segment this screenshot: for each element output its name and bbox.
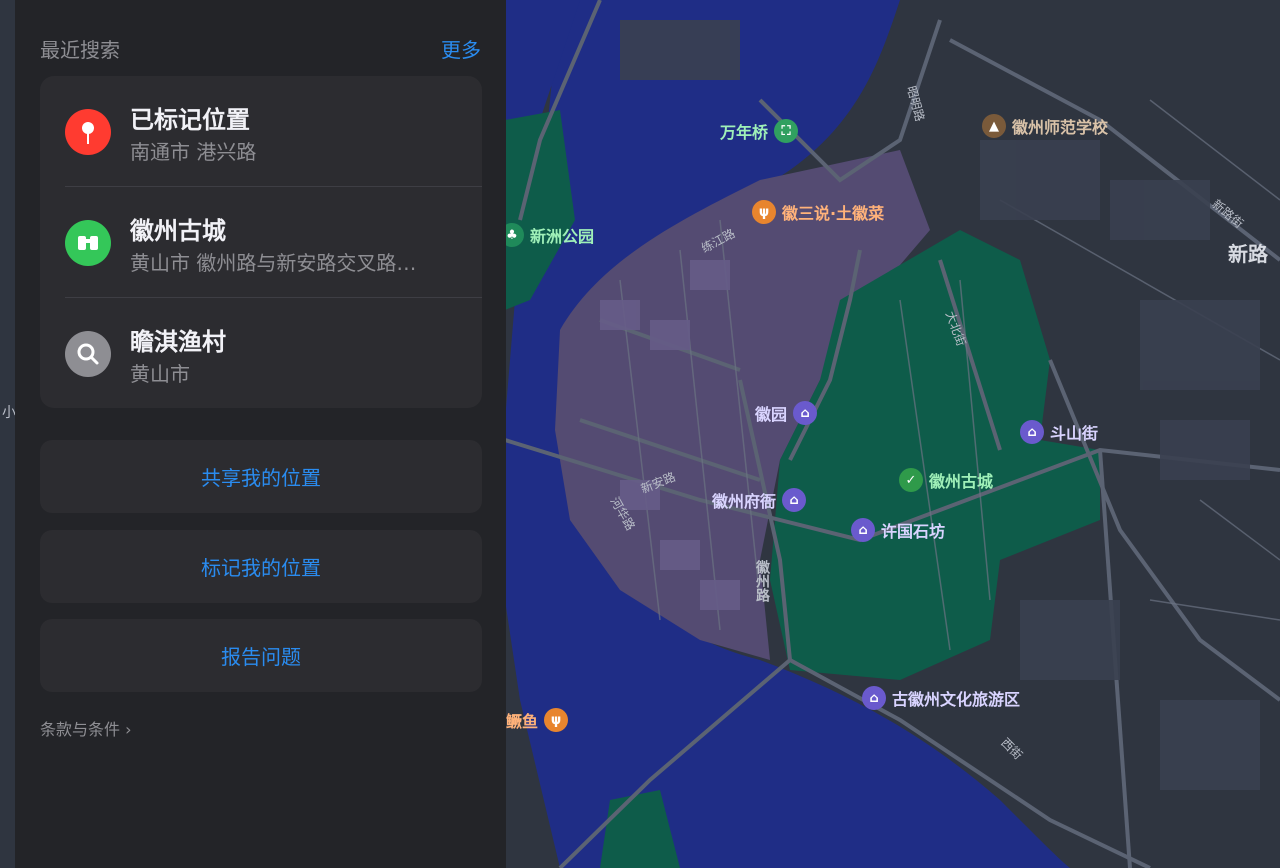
- poi-tourism[interactable]: ⌂ 古徽州文化旅游区: [862, 686, 1020, 710]
- poi-label: 徽三说·土徽菜: [782, 204, 885, 223]
- recent-searches-list: 已标记位置 南通市 港兴路 徽州古城 黄山市 徽州路与新安路交叉路… 瞻淇渔村 …: [40, 76, 482, 408]
- poi-doushan[interactable]: ⌂ 斗山街: [1020, 420, 1098, 444]
- map-pin-icon: [65, 109, 111, 155]
- recent-item-zhanqi-yucun[interactable]: 瞻淇渔村 黄山市: [40, 298, 482, 409]
- search-icon: [65, 331, 111, 377]
- graduation-cap-icon: ▲: [982, 114, 1006, 138]
- landmark-icon: ⌂: [851, 518, 875, 542]
- binoculars-icon: [65, 220, 111, 266]
- fork-knife-icon: ψ: [544, 708, 569, 732]
- poi-guiyu[interactable]: 鳜鱼 ψ: [506, 708, 569, 732]
- recent-item-title: 已标记位置: [130, 106, 250, 134]
- road-xiao: 小: [2, 405, 16, 421]
- recent-item-huizhou-gucheng[interactable]: 徽州古城 黄山市 徽州路与新安路交叉路…: [40, 187, 482, 298]
- recent-item-marked-location[interactable]: 已标记位置 南通市 港兴路: [40, 76, 482, 187]
- recent-item-subtitle: 黄山市: [130, 362, 190, 386]
- binoculars-icon: ⛶: [774, 119, 799, 143]
- recent-item-subtitle: 南通市 港兴路: [130, 140, 257, 164]
- binoculars-check-icon: ✓: [899, 468, 923, 492]
- road-huizhou: 徽州路: [754, 560, 770, 602]
- poi-normal-school[interactable]: ▲ 徽州师范学校: [982, 114, 1108, 138]
- poi-label: 新洲公园: [530, 227, 595, 246]
- report-issue-button[interactable]: 报告问题: [40, 619, 482, 692]
- recent-item-title: 徽州古城: [130, 217, 226, 245]
- share-my-location-button[interactable]: 共享我的位置: [40, 440, 482, 513]
- poi-label: 徽园: [755, 405, 788, 424]
- sidebar-panel: 最近搜索 更多 已标记位置 南通市 港兴路 徽州古城 黄山市 徽州路与新安路交叉…: [15, 0, 506, 868]
- area-xinlu: 新路: [1228, 242, 1268, 266]
- poi-fuya[interactable]: 徽州府衙 ⌂: [712, 488, 807, 512]
- poi-gucheng[interactable]: ✓ 徽州古城: [899, 468, 993, 492]
- poi-label: 斗山街: [1050, 424, 1099, 443]
- poi-label: 古徽州文化旅游区: [892, 690, 1021, 709]
- poi-label: 徽州府衙: [712, 492, 777, 511]
- poi-wannianqiao[interactable]: 万年桥 ⛶: [720, 119, 799, 143]
- fork-knife-icon: ψ: [752, 200, 776, 224]
- poi-xinzhou-park[interactable]: ♣ 新洲公园: [500, 223, 594, 247]
- poi-label: 万年桥: [720, 123, 769, 142]
- landmark-icon: ⌂: [862, 686, 886, 710]
- landmark-icon: ⌂: [1020, 420, 1044, 444]
- poi-label: 徽州古城: [929, 472, 994, 491]
- more-button[interactable]: 更多: [441, 34, 481, 63]
- terms-link[interactable]: 条款与条件 ›: [40, 716, 132, 740]
- mark-my-location-button[interactable]: 标记我的位置: [40, 530, 482, 603]
- poi-xuguo[interactable]: ⌂ 许国石坊: [851, 518, 945, 542]
- recent-item-title: 瞻淇渔村: [130, 328, 226, 356]
- landmark-icon: ⌂: [793, 401, 818, 425]
- recent-item-subtitle: 黄山市 徽州路与新安路交叉路…: [130, 251, 417, 275]
- poi-huiyuan[interactable]: 徽园 ⌂: [755, 401, 818, 425]
- poi-label: 鳜鱼: [506, 712, 539, 731]
- poi-label: 徽州师范学校: [1012, 118, 1109, 137]
- poi-label: 许国石坊: [881, 522, 946, 541]
- landmark-icon: ⌂: [782, 488, 807, 512]
- recent-searches-title: 最近搜索: [40, 38, 120, 62]
- poi-huishan-cai[interactable]: ψ 徽三说·土徽菜: [752, 200, 884, 224]
